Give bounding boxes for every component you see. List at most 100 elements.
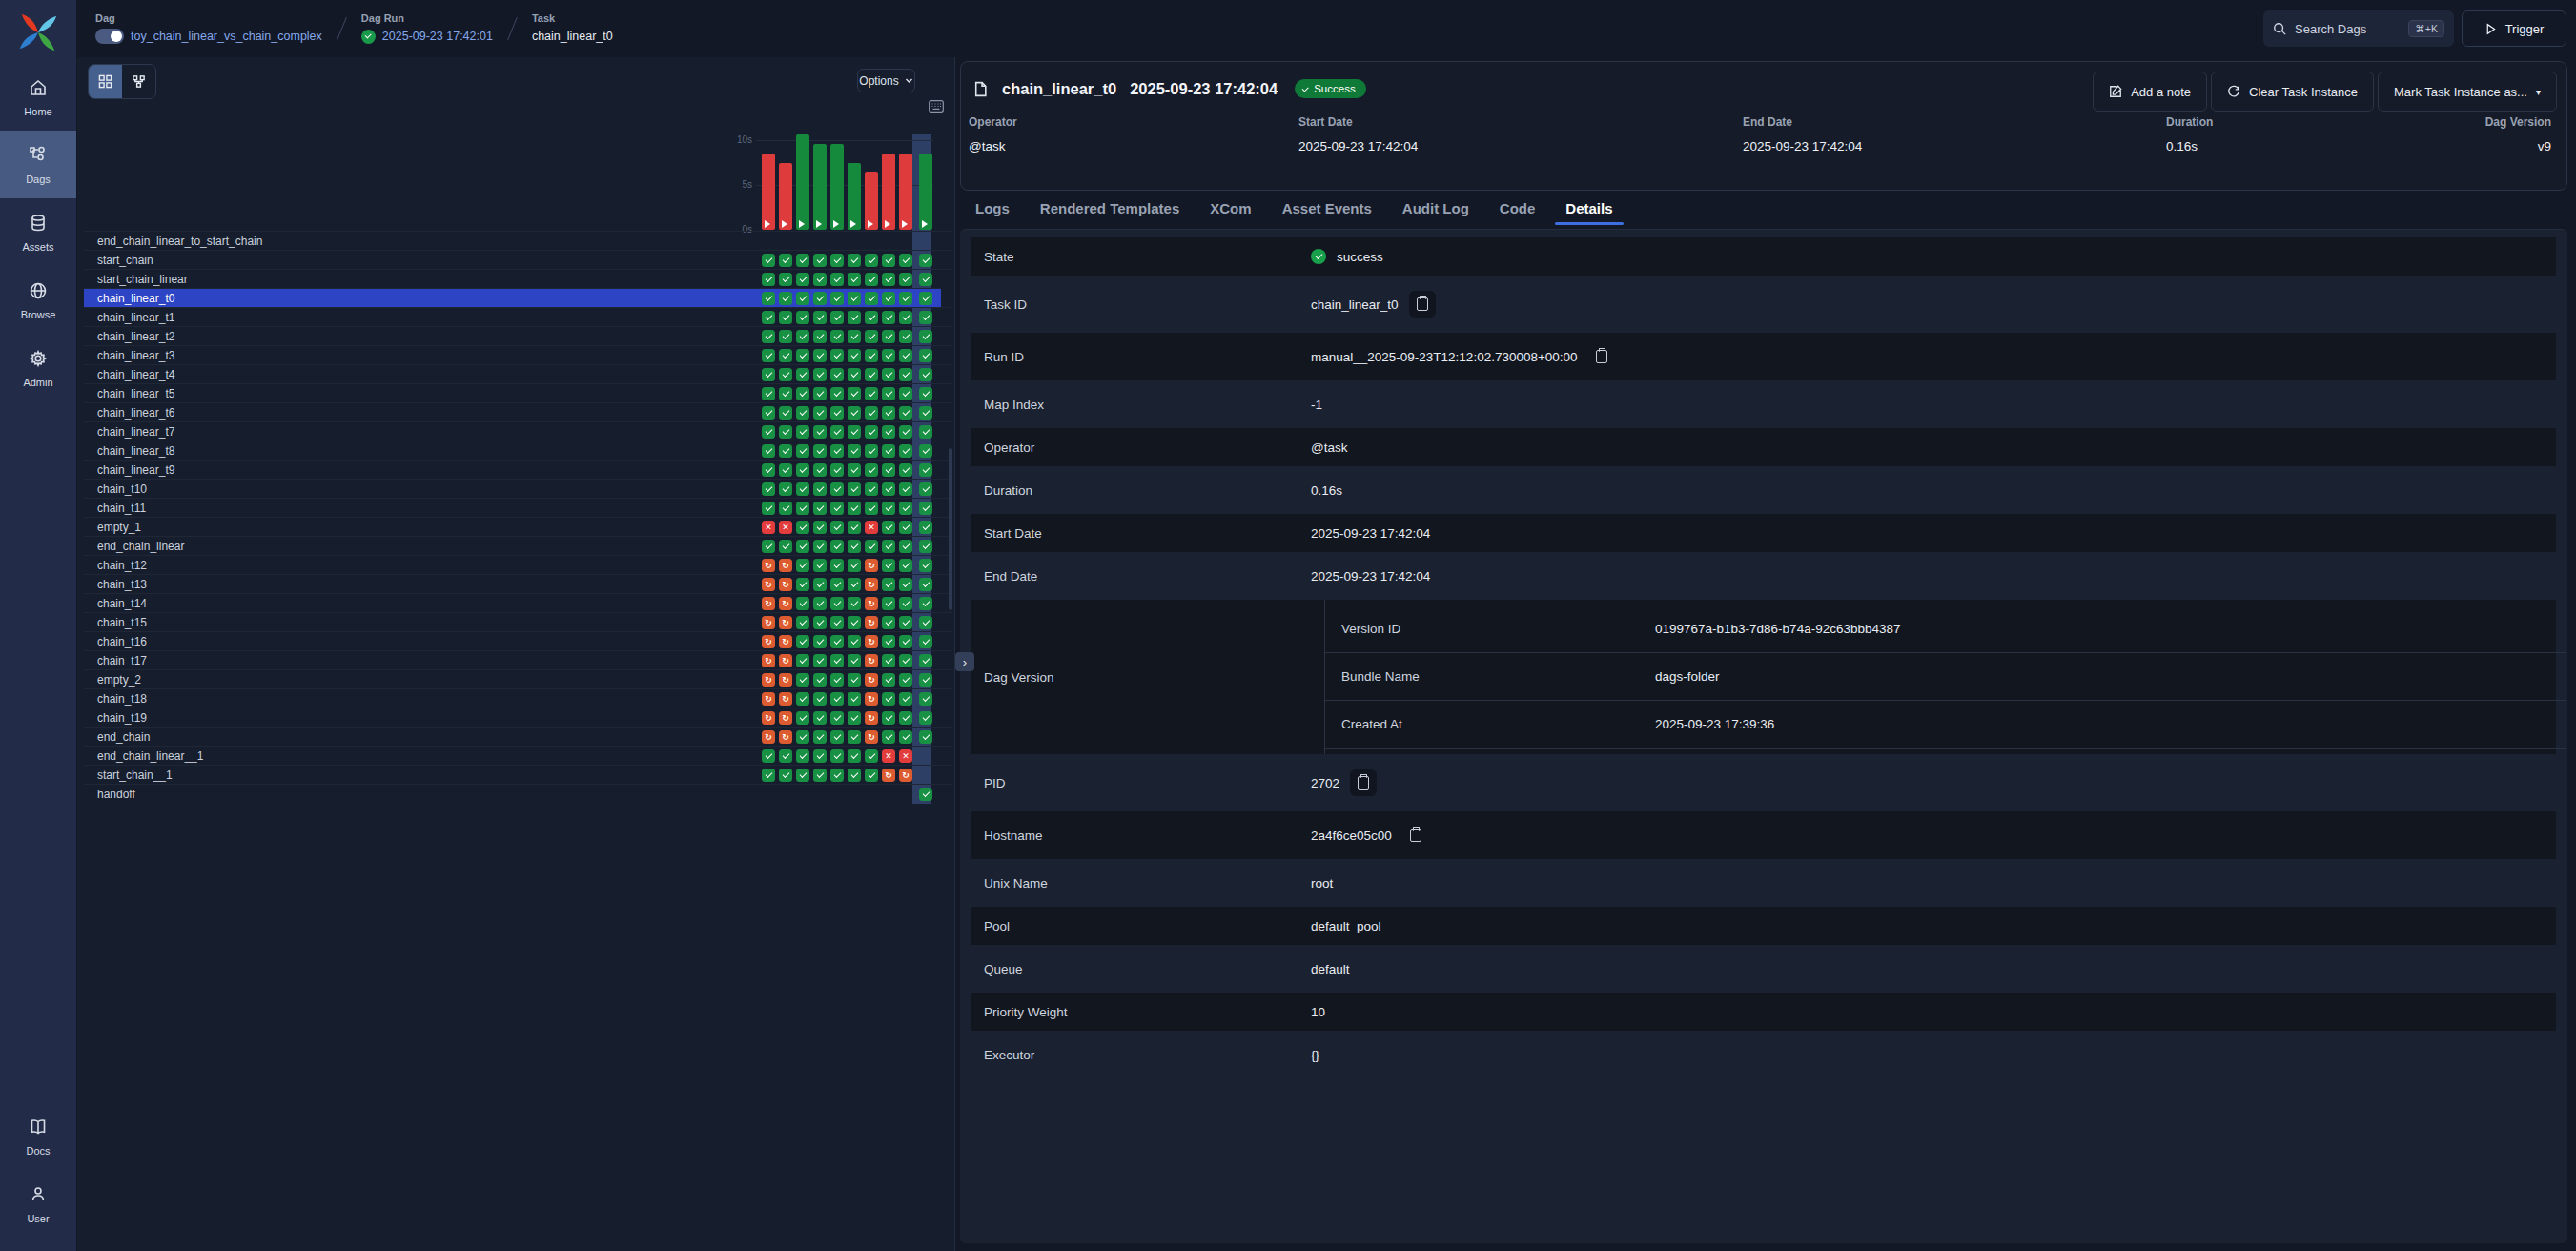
task-instance-square[interactable]: ↻ [882, 769, 895, 782]
task-instance-square[interactable] [796, 521, 809, 534]
task-instance-square[interactable] [865, 330, 878, 343]
task-instance-square[interactable] [848, 330, 861, 343]
task-instance-square[interactable] [919, 292, 932, 305]
task-instance-square[interactable] [919, 425, 932, 439]
task-instance-square[interactable] [796, 444, 809, 458]
task-instance-square[interactable] [830, 578, 844, 591]
task-instance-square[interactable] [779, 292, 792, 305]
dag-pause-toggle[interactable] [95, 29, 124, 44]
task-instance-square[interactable]: ↻ [762, 597, 775, 610]
task-instance-square[interactable] [848, 273, 861, 286]
tab-xcom[interactable]: XCom [1195, 191, 1266, 225]
task-instance-square[interactable] [899, 540, 912, 553]
task-row[interactable]: chain_t14↻↻↻ [84, 593, 952, 612]
task-instance-square[interactable]: ↻ [865, 673, 878, 687]
task-row[interactable]: empty_1✕✕✕ [84, 517, 952, 536]
task-instance-square[interactable]: ↻ [779, 559, 792, 572]
task-instance-square[interactable] [813, 425, 827, 439]
task-instance-square[interactable] [813, 692, 827, 706]
task-instance-square[interactable] [762, 292, 775, 305]
sidebar-item-docs[interactable]: Docs [0, 1102, 76, 1170]
task-instance-square[interactable] [762, 425, 775, 439]
task-instance-square[interactable]: ↻ [779, 578, 792, 591]
task-instance-square[interactable] [830, 635, 844, 648]
task-instance-square[interactable] [882, 540, 895, 553]
task-instance-square[interactable]: ↻ [762, 730, 775, 744]
sidebar-item-assets[interactable]: Assets [0, 198, 76, 266]
task-instance-square[interactable] [796, 425, 809, 439]
task-row[interactable]: end_chain↻↻↻ [84, 727, 952, 746]
task-instance-square[interactable]: ↻ [865, 616, 878, 629]
task-row[interactable]: chain_t15↻↻↻ [84, 612, 952, 631]
run-bar[interactable] [919, 154, 932, 230]
task-instance-square[interactable] [796, 292, 809, 305]
task-instance-square[interactable]: ↻ [779, 616, 792, 629]
task-instance-square[interactable] [919, 463, 932, 477]
task-instance-square[interactable] [919, 711, 932, 725]
task-instance-square[interactable] [830, 749, 844, 763]
search-dags-button[interactable]: Search Dags ⌘+K [2263, 10, 2454, 47]
task-instance-square[interactable] [813, 616, 827, 629]
run-bar[interactable] [762, 154, 775, 230]
task-instance-square[interactable] [919, 387, 932, 400]
task-instance-square[interactable] [919, 692, 932, 706]
task-instance-square[interactable] [882, 368, 895, 381]
task-instance-square[interactable] [919, 406, 932, 420]
sidebar-item-user[interactable]: User [0, 1170, 76, 1238]
task-instance-square[interactable] [796, 330, 809, 343]
task-instance-square[interactable] [796, 616, 809, 629]
task-instance-square[interactable] [899, 635, 912, 648]
task-instance-square[interactable] [865, 425, 878, 439]
run-bar[interactable] [830, 144, 844, 230]
task-instance-square[interactable] [882, 730, 895, 744]
task-row[interactable]: chain_t19↻↻↻ [84, 708, 952, 727]
task-instance-square[interactable] [813, 540, 827, 553]
task-instance-square[interactable] [865, 463, 878, 477]
task-instance-square[interactable] [865, 540, 878, 553]
task-instance-square[interactable] [762, 463, 775, 477]
task-instance-square[interactable] [813, 254, 827, 267]
run-bar[interactable] [899, 154, 912, 230]
task-instance-square[interactable] [796, 578, 809, 591]
task-instance-square[interactable] [882, 521, 895, 534]
task-instance-square[interactable] [813, 349, 827, 362]
task-instance-square[interactable] [848, 463, 861, 477]
task-instance-square[interactable] [882, 597, 895, 610]
task-instance-square[interactable] [762, 273, 775, 286]
copy-button[interactable] [1588, 343, 1615, 370]
task-row[interactable]: chain_t18↻↻↻ [84, 688, 952, 708]
task-instance-square[interactable]: ✕ [779, 521, 792, 534]
task-instance-square[interactable] [848, 749, 861, 763]
run-bar[interactable] [865, 172, 878, 230]
options-dropdown[interactable]: Options [857, 69, 915, 92]
task-row[interactable]: chain_t10 [84, 479, 952, 498]
task-instance-square[interactable]: ↻ [762, 616, 775, 629]
task-instance-square[interactable]: ↻ [779, 673, 792, 687]
task-instance-square[interactable] [762, 254, 775, 267]
task-instance-square[interactable] [779, 311, 792, 324]
task-row[interactable]: chain_linear_t4 [84, 364, 952, 383]
task-instance-square[interactable] [919, 254, 932, 267]
task-instance-square[interactable] [796, 673, 809, 687]
task-instance-square[interactable] [813, 597, 827, 610]
copy-button[interactable] [1402, 822, 1429, 849]
task-instance-square[interactable] [796, 730, 809, 744]
task-instance-square[interactable] [848, 578, 861, 591]
task-instance-square[interactable] [813, 482, 827, 496]
task-instance-square[interactable] [865, 387, 878, 400]
task-instance-square[interactable] [813, 406, 827, 420]
task-instance-square[interactable]: ✕ [882, 749, 895, 763]
task-instance-square[interactable] [919, 349, 932, 362]
task-instance-square[interactable] [899, 387, 912, 400]
task-instance-square[interactable] [899, 654, 912, 667]
task-instance-square[interactable] [779, 330, 792, 343]
task-row[interactable]: chain_t12↻↻↻ [84, 555, 952, 574]
task-instance-square[interactable] [796, 273, 809, 286]
task-row[interactable]: chain_t17↻↻↻ [84, 650, 952, 669]
task-instance-square[interactable] [830, 673, 844, 687]
task-instance-square[interactable] [899, 673, 912, 687]
task-instance-square[interactable] [796, 597, 809, 610]
task-instance-square[interactable] [919, 444, 932, 458]
task-instance-square[interactable]: ↻ [762, 673, 775, 687]
task-instance-square[interactable] [813, 635, 827, 648]
